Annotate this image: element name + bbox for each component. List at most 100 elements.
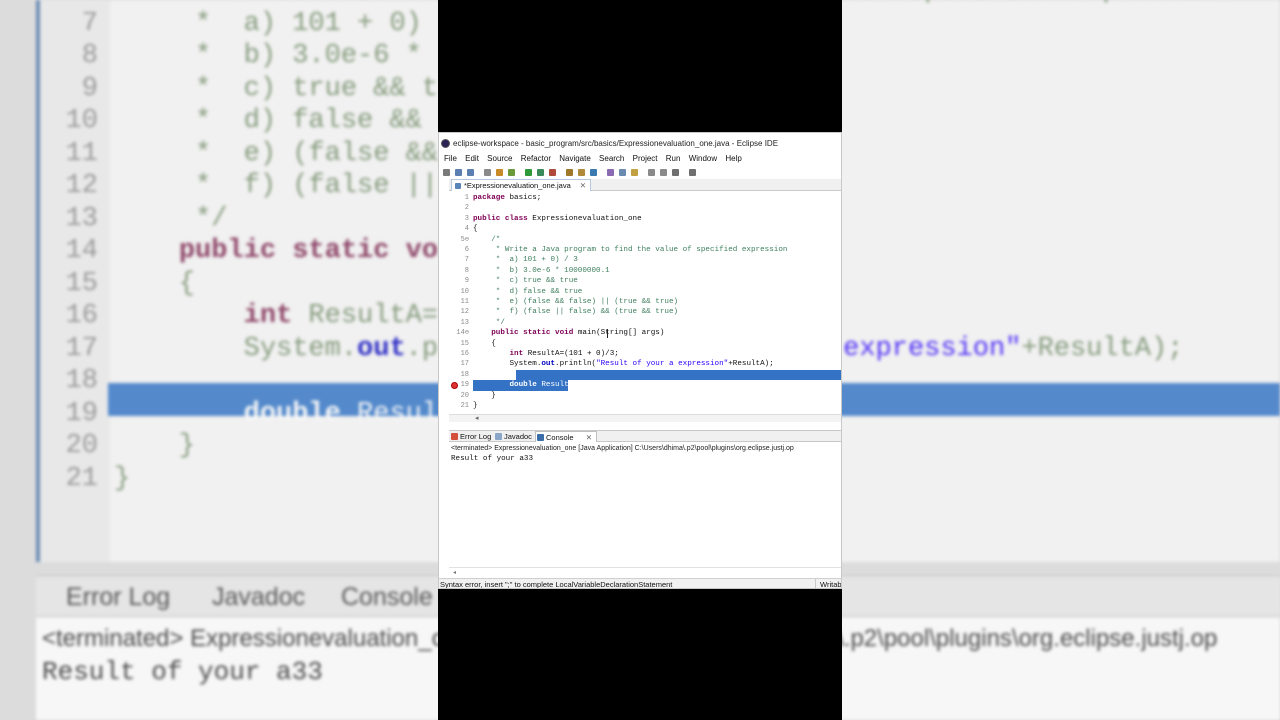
code-line[interactable]: 17 System.out.println("Result of your a … <box>449 359 841 369</box>
close-tab-icon[interactable]: ✕ <box>580 180 586 192</box>
external-tools-icon[interactable] <box>549 168 556 176</box>
bg-code-text: * e) (false && false) || (true && true) <box>195 138 438 169</box>
code-line[interactable]: 13 */ <box>449 318 841 328</box>
main-toolbar <box>439 166 841 178</box>
line-number: 11 <box>460 298 469 306</box>
bg-code-text: } <box>114 463 131 494</box>
code-line[interactable]: 18 <box>449 370 841 380</box>
bg-line-number: 18 <box>65 366 98 396</box>
editor-horizontal-scrollbar[interactable]: ◂ <box>449 414 841 422</box>
run-icon[interactable] <box>525 168 532 176</box>
code-line[interactable]: 11 * e) (false && false) || (true && tru… <box>449 297 841 307</box>
bg-views-tabbar-right <box>842 575 1280 617</box>
new-icon[interactable] <box>443 168 450 176</box>
search-icon[interactable] <box>619 168 626 176</box>
code-editor[interactable]: 1 package basics; 2 3 public class Expressio… <box>449 192 841 414</box>
menu-edit[interactable]: Edit <box>465 153 479 165</box>
bg-code-text: * c) true && true <box>195 73 438 104</box>
bg-code-line: 14 public static void main(String[] args… <box>40 235 438 268</box>
back-icon[interactable] <box>672 168 679 176</box>
code-text: double ResultB <box>509 381 574 390</box>
bg-tab-console: Console <box>341 583 433 611</box>
code-line[interactable]: 2 <box>449 203 841 213</box>
print-icon[interactable] <box>484 168 491 176</box>
console-scrollbar[interactable]: ◂ <box>449 567 841 577</box>
code-line[interactable]: 21} <box>449 401 841 411</box>
open-type-icon[interactable] <box>607 168 614 176</box>
build-icon[interactable] <box>496 168 503 176</box>
console-output: Result of your a33 <box>451 455 534 463</box>
syntax-error-icon[interactable] <box>451 381 458 389</box>
code-line[interactable]: 3 public class Expressionevaluation_one <box>449 214 841 224</box>
code-line[interactable]: 7 * a) 101 + 0) / 3 <box>449 255 841 265</box>
bg-code-line: 19 double ResultB <box>842 398 1280 431</box>
bg-code-line: 17 System.out.println("Result of your a … <box>842 333 1280 366</box>
scroll-left-icon[interactable]: ◂ <box>475 414 479 422</box>
scroll-left-icon[interactable]: ◂ <box>453 570 456 576</box>
menu-search[interactable]: Search <box>599 153 624 165</box>
code-line[interactable]: 1 package basics; <box>449 193 841 203</box>
views-tabbar: Error Log Javadoc Console ✕ <box>449 430 841 442</box>
code-text: * d) false && true <box>473 287 583 296</box>
bg-code-line: 15 { <box>842 268 1280 301</box>
code-line[interactable]: 5⊖ /* <box>449 235 841 245</box>
bg-line-number: 8 <box>81 41 98 71</box>
line-number: 16 <box>460 350 469 358</box>
menu-project[interactable]: Project <box>633 153 658 165</box>
debug-icon[interactable] <box>508 168 515 176</box>
tab-error-log-label: Error Log <box>460 432 492 441</box>
bg-code-line: 13 */ <box>842 203 1280 236</box>
code-line[interactable]: 19 double ResultB <box>449 380 841 390</box>
close-console-icon[interactable]: ✕ <box>586 432 592 443</box>
menu-run[interactable]: Run <box>666 153 681 165</box>
forward-icon[interactable] <box>689 168 696 176</box>
code-line[interactable]: 10 * d) false && true <box>449 287 841 297</box>
save-icon[interactable] <box>455 168 462 176</box>
code-text: int ResultA=(101 + 0)/3; <box>509 350 619 358</box>
editor-tab-expressionevaluation[interactable]: *Expressionevaluation_one.java ✕ <box>451 179 591 191</box>
java-file-icon <box>455 183 461 189</box>
annotation-prev-icon[interactable] <box>660 168 667 176</box>
background-zoom-right: 6 * Write a Java program to find the val… <box>842 0 1280 720</box>
menu-source[interactable]: Source <box>487 153 512 165</box>
menu-navigate[interactable]: Navigate <box>559 153 591 165</box>
console-view[interactable]: <terminated> Expressionevaluation_one [J… <box>449 443 841 577</box>
tab-console[interactable]: Console ✕ <box>535 431 597 442</box>
toggle-mark-icon[interactable] <box>631 168 638 176</box>
code-line[interactable]: 6 * Write a Java program to find the val… <box>449 245 841 255</box>
bg-code-line: 10 * d) false && true <box>40 105 438 138</box>
menu-file[interactable]: File <box>444 153 457 165</box>
code-line[interactable]: 4{ <box>449 224 841 234</box>
save-all-icon[interactable] <box>467 168 474 176</box>
code-text: * f) (false || false) && (true && true) <box>473 308 679 317</box>
annotation-next-icon[interactable] <box>648 168 655 176</box>
menu-window[interactable]: Window <box>689 153 717 165</box>
bg-line-number: 17 <box>65 333 98 364</box>
menu-refactor[interactable]: Refactor <box>521 153 551 165</box>
bg-code-line: 14 public static void main(String[] args… <box>842 235 1280 268</box>
code-line[interactable]: 16 int ResultA=(101 + 0)/3; <box>449 349 841 359</box>
bg-code-line: 18 <box>40 365 438 398</box>
code-line[interactable]: 8 * b) 3.0e-6 * 10000000.1 <box>449 266 841 276</box>
code-text: } <box>473 391 496 400</box>
line-number: 8 <box>464 266 469 275</box>
bg-code-line: 7 * a) 101 + 0) / 3 <box>40 8 438 41</box>
bg-code-line: 10 * d) false && true <box>842 105 1280 138</box>
tab-javadoc[interactable]: Javadoc <box>494 431 532 442</box>
menu-help[interactable]: Help <box>725 153 741 165</box>
code-line[interactable]: 20 } <box>449 391 841 401</box>
code-line[interactable]: 14⊖ public static void main(String[] arg… <box>449 328 841 338</box>
window-title: eclipse-workspace - basic_program/src/ba… <box>453 139 779 148</box>
bg-line-number: 11 <box>65 138 98 169</box>
code-line[interactable]: 12 * f) (false || false) && (true && tru… <box>449 307 841 317</box>
code-line[interactable]: 15 { <box>449 339 841 349</box>
line-number: 3 <box>464 214 469 223</box>
new-java-project-icon[interactable] <box>566 168 573 176</box>
new-package-icon[interactable] <box>578 168 585 176</box>
tab-error-log[interactable]: Error Log <box>450 431 491 442</box>
code-line[interactable]: 9 * c) true && true <box>449 276 841 286</box>
coverage-icon[interactable] <box>537 168 544 176</box>
bg-code-line: 19 double ResultB <box>40 398 438 431</box>
new-class-icon[interactable] <box>590 168 597 176</box>
bg-line-number: 9 <box>81 73 98 104</box>
